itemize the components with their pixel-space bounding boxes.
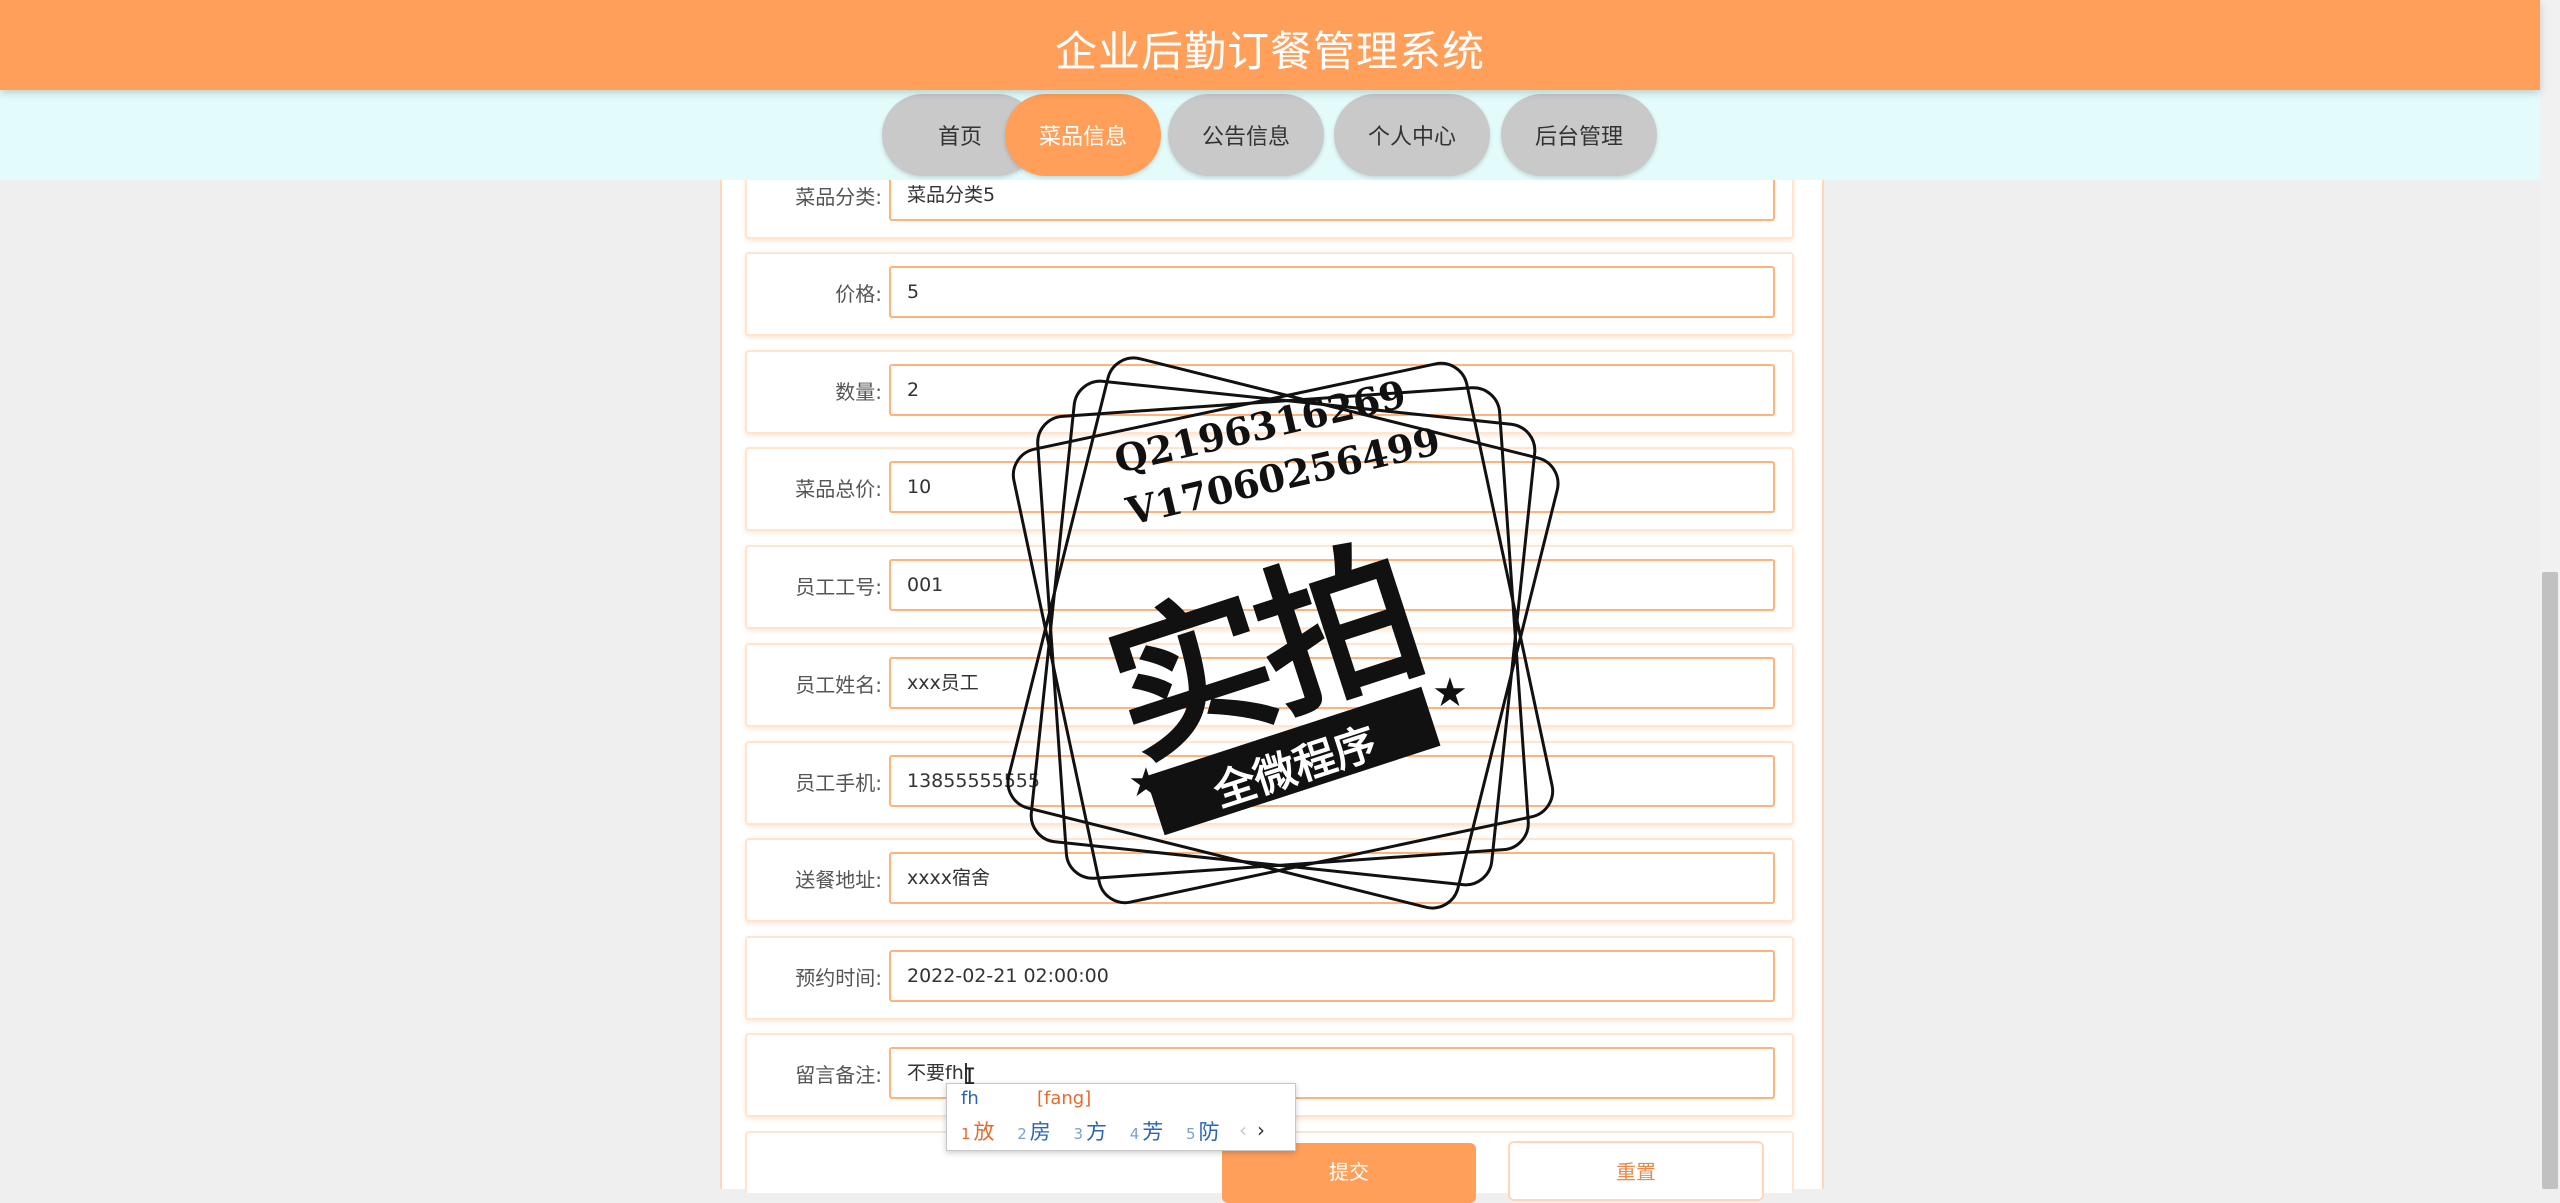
form-row-reservation-time: 预约时间: 2022-02-21 02:00:00 <box>745 936 1794 1020</box>
scrollbar-thumb[interactable] <box>2542 572 2558 1189</box>
remarks-text: 不要fh <box>907 1062 964 1084</box>
address-input[interactable]: xxxx宿舍 <box>889 852 1775 904</box>
employee-id-label: 员工工号: <box>795 575 882 599</box>
ime-candidate[interactable]: 2房 <box>1017 1120 1051 1144</box>
reset-button[interactable]: 重置 <box>1508 1141 1764 1201</box>
ibeam-cursor-icon: I <box>963 1065 977 1090</box>
quantity-label: 数量: <box>835 380 882 404</box>
reservation-time-label: 预约时间: <box>795 966 882 990</box>
nav-admin[interactable]: 后台管理 <box>1501 94 1657 176</box>
nav-dishes[interactable]: 菜品信息 <box>1005 94 1161 176</box>
form-row-employee-name: 员工姓名: xxx员工 <box>745 643 1794 727</box>
employee-phone-input[interactable]: 13855555555 <box>889 755 1775 807</box>
nav-announcements[interactable]: 公告信息 <box>1168 94 1324 176</box>
remarks-label: 留言备注: <box>795 1063 882 1087</box>
ime-pinyin-hint: [fang] <box>1037 1088 1092 1109</box>
ime-candidate[interactable]: 1放 <box>961 1120 995 1144</box>
form-row-address: 送餐地址: xxxx宿舍 <box>745 838 1794 922</box>
form-row-total: 菜品总价: 10 <box>745 447 1794 531</box>
total-input[interactable]: 10 <box>889 461 1775 513</box>
form-row-quantity: 数量: 2 <box>745 350 1794 434</box>
price-label: 价格: <box>835 282 882 306</box>
employee-id-input[interactable]: 001 <box>889 559 1775 611</box>
quantity-input[interactable]: 2 <box>889 364 1775 416</box>
employee-name-input[interactable]: xxx员工 <box>889 657 1775 709</box>
submit-button[interactable]: 提交 <box>1222 1143 1476 1203</box>
ime-composition: fh <box>961 1088 979 1109</box>
nav-profile[interactable]: 个人中心 <box>1334 94 1490 176</box>
address-label: 送餐地址: <box>795 868 882 892</box>
employee-phone-label: 员工手机: <box>795 771 882 795</box>
ime-next-page-icon[interactable]: › <box>1257 1118 1265 1142</box>
page-scrollbar[interactable] <box>2540 0 2560 1189</box>
main-nav: 首页 菜品信息 公告信息 个人中心 后台管理 <box>0 90 2540 180</box>
ime-prev-page-icon[interactable]: ‹ <box>1239 1118 1247 1142</box>
ime-candidate[interactable]: 5防 <box>1186 1120 1220 1144</box>
ime-candidate[interactable]: 4芳 <box>1130 1120 1164 1144</box>
form-row-employee-id: 员工工号: 001 <box>745 545 1794 629</box>
form-row-employee-phone: 员工手机: 13855555555 <box>745 741 1794 825</box>
ime-candidate[interactable]: 3方 <box>1073 1120 1107 1144</box>
total-label: 菜品总价: <box>795 477 882 501</box>
app-title: 企业后勤订餐管理系统 <box>1054 27 1485 76</box>
form-row-price: 价格: 5 <box>745 252 1794 336</box>
price-input[interactable]: 5 <box>889 266 1775 318</box>
app-header: 企业后勤订餐管理系统 <box>0 0 2540 90</box>
employee-name-label: 员工姓名: <box>795 673 882 697</box>
ime-candidate-popup: fh [fang] 1放 2房 3方 4芳 5防 ‹ › <box>946 1083 1296 1151</box>
reservation-time-input[interactable]: 2022-02-21 02:00:00 <box>889 950 1775 1002</box>
